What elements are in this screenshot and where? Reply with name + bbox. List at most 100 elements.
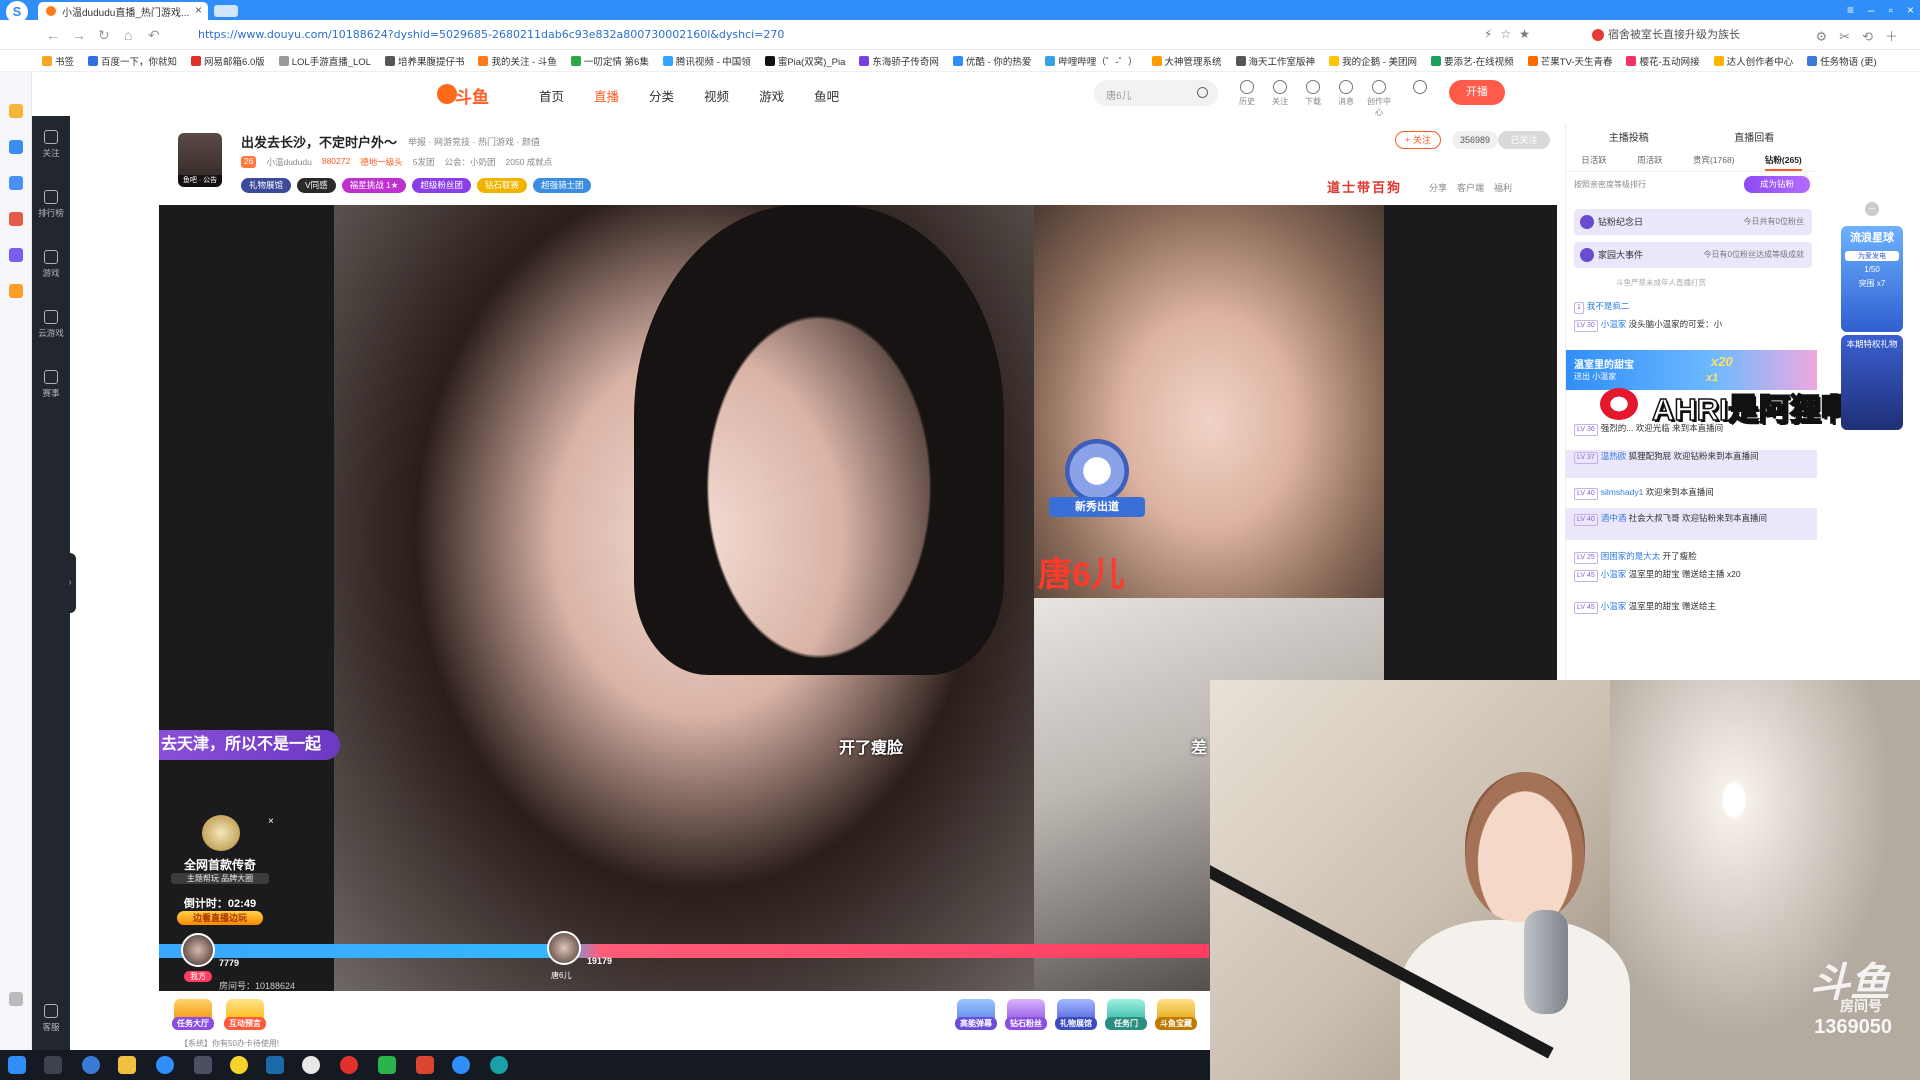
bookmark-item[interactable]: 网易邮箱6.0版 xyxy=(191,54,265,68)
pk-right-avatar[interactable] xyxy=(547,931,581,965)
bookmark-item[interactable]: 东海骄子传奇网 xyxy=(859,54,939,68)
cart-button[interactable] xyxy=(1406,80,1434,96)
start-icon[interactable] xyxy=(8,1056,26,1074)
event-cta-button[interactable]: 边看直播边玩 xyxy=(177,911,263,925)
app-icon[interactable] xyxy=(82,1056,100,1074)
sidebar-item-follow[interactable]: 关注 xyxy=(32,130,70,159)
gift-hall-button[interactable]: 礼物展馆 xyxy=(1055,999,1097,1035)
search-tool-icon[interactable] xyxy=(9,284,23,298)
room-category[interactable]: 举报 · 网游竞技 · 热门游戏 · 颜值 xyxy=(408,135,540,148)
badge-knights[interactable]: 超强骑士团 xyxy=(532,178,592,193)
folder-icon[interactable] xyxy=(118,1056,136,1074)
nav-video[interactable]: 视频 xyxy=(704,86,729,105)
tab-daily[interactable]: 日活跃 xyxy=(1581,154,1607,171)
nav-live[interactable]: 直播 xyxy=(594,86,619,105)
sidebar-item-rank[interactable]: 排行榜 xyxy=(32,190,70,219)
douyu-logo[interactable]: 斗鱼 xyxy=(437,82,497,108)
bookmark-item[interactable]: 蜜Pia(双窝)_Pia xyxy=(764,54,845,68)
browser-extension-icons[interactable]: ⚙✂⟲＋ xyxy=(1816,26,1910,45)
open-live-button[interactable]: 开播 xyxy=(1449,80,1505,105)
bookmark-item[interactable]: LOL手游直播_LOL xyxy=(278,54,371,68)
bookmark-item[interactable]: 我的关注 - 斗鱼 xyxy=(478,54,557,68)
client-button[interactable]: 客户端 xyxy=(1457,181,1484,194)
wechat-icon[interactable] xyxy=(378,1056,396,1074)
bookmark-item[interactable]: 我的企鹅 - 美团网 xyxy=(1329,54,1417,68)
task-hall-button[interactable]: 任务大厅 xyxy=(172,999,214,1035)
search-engine-input[interactable]: 宿舍被室长直接升级为族长 xyxy=(1590,24,1770,46)
tab-diamond-fans[interactable]: 钻粉(265) xyxy=(1764,154,1802,171)
add-icon[interactable] xyxy=(9,992,23,1006)
back-icon[interactable]: ← xyxy=(46,27,60,43)
follow-button[interactable]: + 关注 xyxy=(1395,131,1441,149)
browser-tab-active[interactable]: 小温dududu直播_热门游戏... × xyxy=(38,2,208,20)
bookmark-item[interactable]: 海天工作室版神 xyxy=(1235,54,1315,68)
bookmark-item[interactable]: 芒果TV-天生青春 xyxy=(1527,54,1612,68)
new-tab-button[interactable] xyxy=(214,5,238,17)
nav-category[interactable]: 分类 xyxy=(649,86,674,105)
bookmark-item[interactable]: 要添艺-在线视频 xyxy=(1431,54,1514,68)
nav-home[interactable]: 首页 xyxy=(539,86,564,105)
bookmark-item[interactable]: 哔哩哔哩（゜-゜） xyxy=(1045,54,1138,68)
streamer-avatar[interactable]: 鱼吧 · 公告 xyxy=(178,133,222,187)
privilege-gift-widget[interactable]: 本期特权礼物 xyxy=(1841,335,1903,430)
rank-filter[interactable]: 按照亲密度等级排行 xyxy=(1574,179,1646,190)
bookmark-item[interactable]: 任务物语 (更) xyxy=(1807,54,1877,68)
close-window-icon[interactable]: × xyxy=(1907,0,1914,20)
bookmark-item[interactable]: 一叨定情 第6集 xyxy=(570,54,649,68)
tab-close-icon[interactable]: × xyxy=(195,3,202,17)
note-icon[interactable] xyxy=(9,248,23,262)
app-icon[interactable] xyxy=(416,1056,434,1074)
sidebar-item-events[interactable]: 赛事 xyxy=(32,370,70,399)
app-icon[interactable] xyxy=(302,1056,320,1074)
follow-button[interactable]: 关注 xyxy=(1266,80,1294,107)
badge-diamond-league[interactable]: 钻石联赛 xyxy=(476,178,527,193)
tab-replays[interactable]: 直播回看 xyxy=(1734,129,1774,149)
pk-left-avatar[interactable] xyxy=(181,933,215,967)
badge-gift-hall[interactable]: 礼物展馆 xyxy=(241,178,292,193)
nav-game[interactable]: 游戏 xyxy=(759,86,784,105)
float-close-icon[interactable]: – xyxy=(1865,202,1879,216)
cloud-icon[interactable] xyxy=(9,176,23,190)
forward-icon[interactable]: → xyxy=(72,27,86,43)
bookmark-item[interactable]: 百度一下，你就知 xyxy=(88,54,177,68)
bookmark-item[interactable]: 大神管理系统 xyxy=(1151,54,1222,68)
app-icon[interactable] xyxy=(340,1056,358,1074)
browser-icon[interactable] xyxy=(156,1056,174,1074)
become-diamond-button[interactable]: 成为钻粉 xyxy=(1744,176,1810,193)
pdf-icon[interactable] xyxy=(9,212,23,226)
bookmark-item[interactable]: 优酷 - 你的热爱 xyxy=(952,54,1031,68)
creator-center-button[interactable]: 创作中心 xyxy=(1365,80,1393,118)
tab-weekly[interactable]: 周活跃 xyxy=(1637,154,1663,171)
app-icon[interactable] xyxy=(490,1056,508,1074)
sidebar-item-games[interactable]: 游戏 xyxy=(32,250,70,279)
app-icon[interactable] xyxy=(230,1056,248,1074)
history-button[interactable]: 历史 xyxy=(1233,80,1261,107)
notice-card-family[interactable]: 家园大事件 今日有0位粉丝达成等级成就 xyxy=(1574,242,1812,268)
download-button[interactable]: 下载 xyxy=(1299,80,1327,107)
url-input[interactable]: https://www.douyu.com/10188624?dyshid=50… xyxy=(198,25,1468,45)
tab-vip[interactable]: 贵宾(1768) xyxy=(1693,154,1735,171)
bookmark-item[interactable]: 达人创作者中心 xyxy=(1713,54,1793,68)
badge-super-fans[interactable]: 超级粉丝团 xyxy=(412,178,471,193)
followed-button[interactable]: 已关注 xyxy=(1498,131,1550,149)
maximize-icon[interactable]: ▫ xyxy=(1889,0,1893,20)
steam-icon[interactable] xyxy=(266,1056,284,1074)
bookmark-item[interactable]: 书签 xyxy=(42,54,74,68)
streamer-name[interactable]: 小温dududu xyxy=(266,156,311,168)
task-door-button[interactable]: 任务门 xyxy=(1105,999,1147,1035)
diamond-fans-button[interactable]: 钻石粉丝 xyxy=(1005,999,1047,1035)
refresh-icon[interactable]: ↻ xyxy=(98,27,110,44)
danmu-button[interactable]: 高能弹幕 xyxy=(955,999,997,1035)
tab-anchor-submissions[interactable]: 主播投稿 xyxy=(1609,129,1649,149)
app-icon[interactable] xyxy=(194,1056,212,1074)
bookmark-item[interactable]: 腾讯视频 - 中国领 xyxy=(662,54,751,68)
share-button[interactable]: 分享 xyxy=(1429,181,1447,194)
badge-v[interactable]: V同感 xyxy=(297,178,336,193)
welfare-button[interactable]: 福利 xyxy=(1494,181,1512,194)
rank-tag[interactable]: 德地一级头 xyxy=(360,156,403,168)
home-icon[interactable]: ⌂ xyxy=(124,27,132,43)
nav-fishbar[interactable]: 鱼吧 xyxy=(814,86,839,105)
bookmark-item[interactable]: 培养果腹提仔书 xyxy=(384,54,464,68)
close-icon[interactable]: × xyxy=(268,817,278,827)
treasure-button[interactable]: 斗鱼宝藏 xyxy=(1155,999,1197,1035)
